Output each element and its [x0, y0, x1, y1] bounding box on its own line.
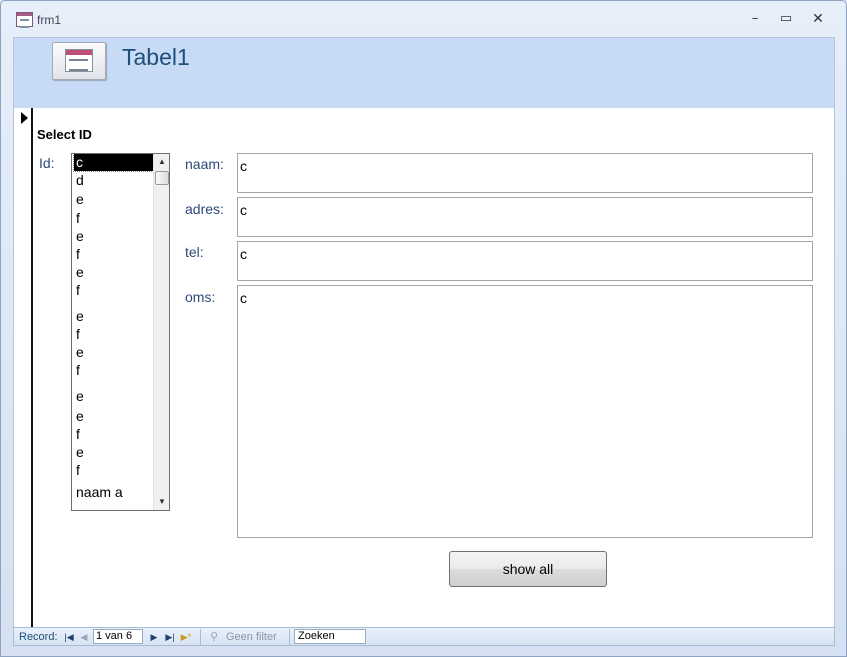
record-selector[interactable]: [14, 108, 33, 627]
form-title: Tabel1: [122, 44, 190, 70]
id-list-item[interactable]: e: [74, 344, 153, 361]
record-label: Record:: [19, 631, 58, 643]
form-icon: [52, 42, 106, 80]
id-list-item[interactable]: f: [74, 362, 153, 379]
filter-toggle[interactable]: Geen filter: [226, 631, 277, 643]
select-id-label: Select ID: [37, 127, 92, 142]
form-client-area: Tabel1 Select ID Id: c d e f e f e f e f e f e e f e f na…: [13, 37, 835, 627]
minimize-button[interactable]: –: [744, 9, 766, 29]
tel-field[interactable]: c: [237, 241, 813, 281]
close-button[interactable]: ✕: [807, 9, 829, 29]
id-list-item[interactable]: f: [74, 326, 153, 343]
new-record-icon[interactable]: ▶*: [180, 630, 192, 644]
adres-label: adres:: [185, 201, 224, 217]
id-list-item[interactable]: naam a: [74, 484, 153, 501]
id-list-item[interactable]: e: [74, 191, 153, 208]
nav-divider: [200, 629, 201, 645]
id-list-item[interactable]: f: [74, 462, 153, 479]
id-list-item[interactable]: e: [74, 388, 153, 405]
record-navigation-bar: Record: |◀ ◀ 1 van 6 ▶ ▶| ▶* ⚲ Geen filt…: [13, 627, 835, 646]
id-list-item[interactable]: e: [74, 264, 153, 281]
oms-field[interactable]: c: [237, 285, 813, 538]
adres-field[interactable]: c: [237, 197, 813, 237]
id-list-item[interactable]: e: [74, 228, 153, 245]
naam-label: naam:: [185, 156, 224, 172]
id-list-item[interactable]: d: [74, 172, 153, 189]
id-listbox[interactable]: c d e f e f e f e f e f e e f e f naam a ▲ ▼: [71, 153, 170, 511]
form-detail: Select ID Id: c d e f e f e f e f e f e e f e f naam a ▲ …: [35, 108, 834, 627]
id-list-item[interactable]: f: [74, 282, 153, 299]
id-list-item[interactable]: e: [74, 308, 153, 325]
show-all-button[interactable]: show all: [449, 551, 607, 587]
current-record-arrow-icon: [21, 112, 28, 124]
oms-label: oms:: [185, 289, 216, 305]
title-bar: frm1 – ▭ ✕: [1, 1, 846, 37]
nav-divider: [289, 629, 290, 645]
id-list-item[interactable]: f: [74, 246, 153, 263]
naam-field[interactable]: c: [237, 153, 813, 193]
id-list-item[interactable]: f: [74, 210, 153, 227]
search-input[interactable]: Zoeken: [294, 629, 366, 644]
first-record-icon[interactable]: |◀: [63, 630, 75, 644]
previous-record-icon[interactable]: ◀: [78, 630, 90, 644]
tel-label: tel:: [185, 244, 204, 260]
scroll-thumb[interactable]: [155, 171, 169, 185]
window-title: frm1: [37, 13, 61, 27]
current-record-field[interactable]: 1 van 6: [93, 629, 143, 644]
id-list-item[interactable]: f: [74, 426, 153, 443]
maximize-button[interactable]: ▭: [775, 9, 797, 29]
id-list-item[interactable]: e: [74, 444, 153, 461]
listbox-scrollbar[interactable]: ▲ ▼: [153, 154, 169, 510]
id-list-item[interactable]: c: [73, 154, 154, 172]
id-list-item[interactable]: e: [74, 408, 153, 425]
scroll-up-icon[interactable]: ▲: [154, 154, 169, 170]
form-header: Tabel1: [14, 38, 834, 108]
form-window-icon: [16, 12, 33, 28]
id-label: Id:: [39, 155, 55, 171]
scroll-down-icon[interactable]: ▼: [154, 494, 169, 510]
last-record-icon[interactable]: ▶|: [164, 630, 176, 644]
filter-icon: ⚲: [210, 631, 219, 643]
next-record-icon[interactable]: ▶: [148, 630, 160, 644]
access-form-window: frm1 – ▭ ✕ Tabel1 Select ID Id: cdefefef…: [0, 0, 847, 657]
